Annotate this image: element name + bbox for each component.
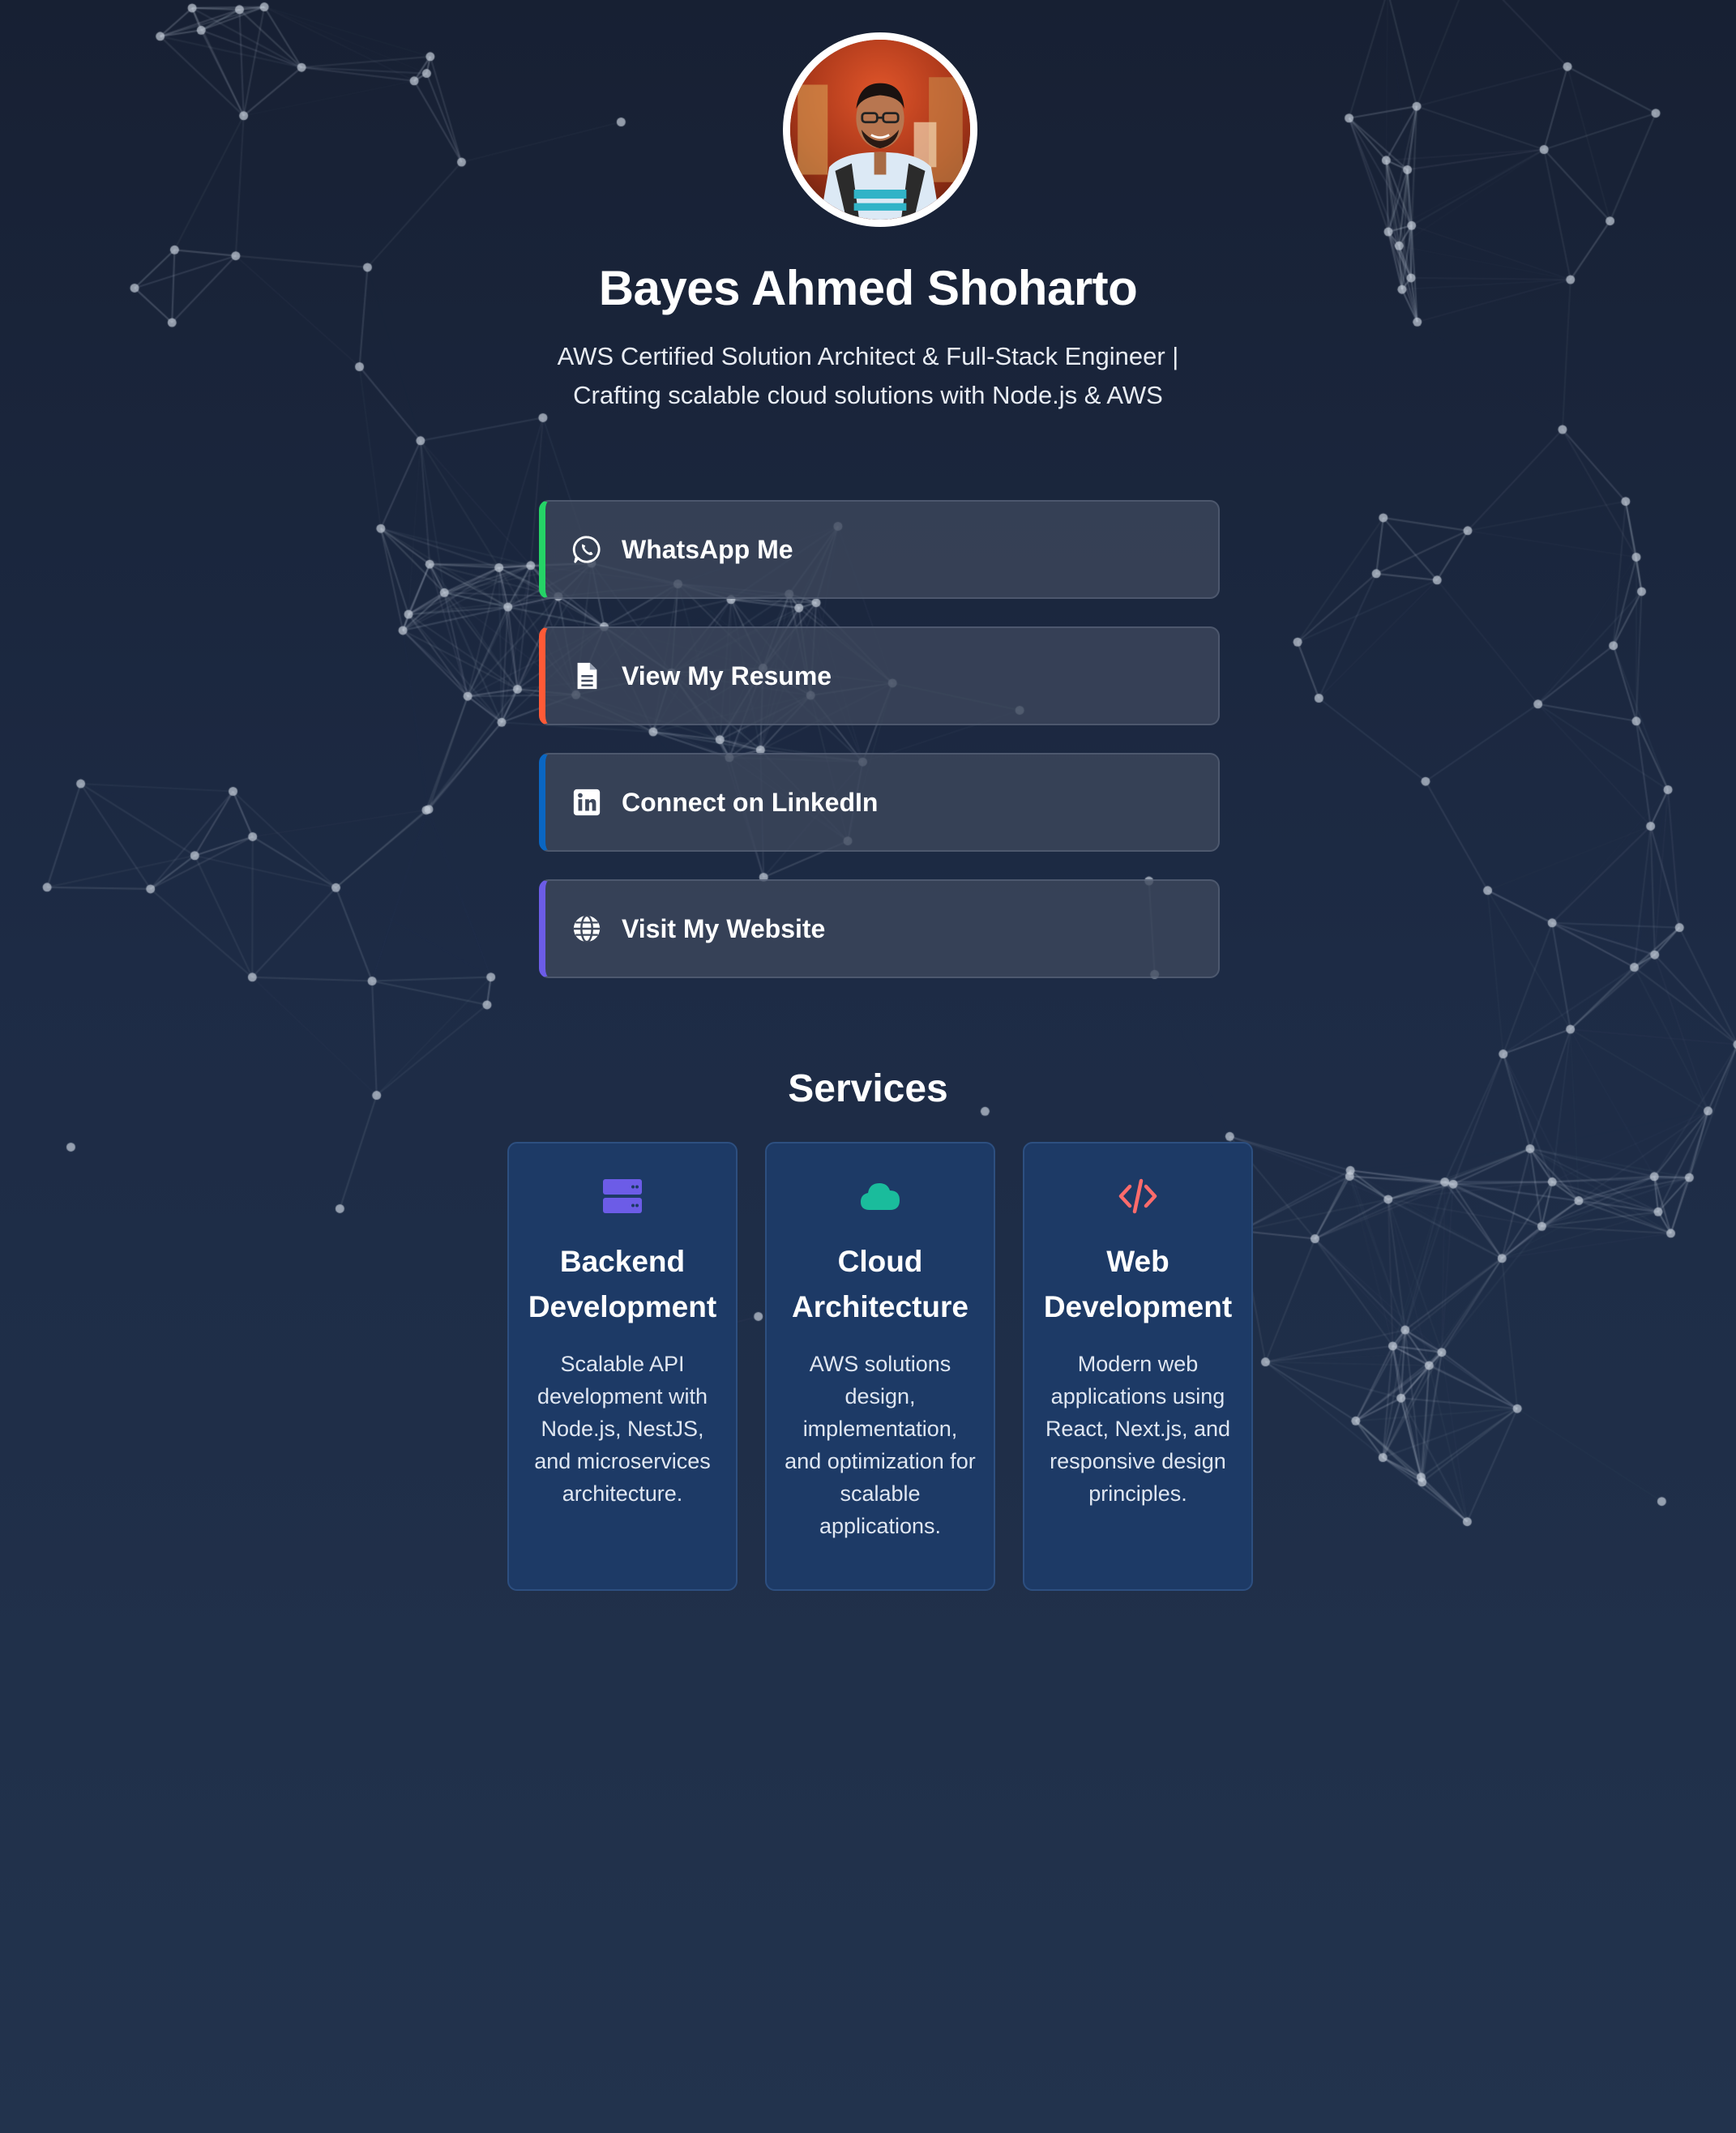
view-resume-label: View My Resume [622, 660, 832, 690]
services-heading: Services [788, 1067, 948, 1110]
view-resume-button[interactable]: View My Resume [539, 626, 1220, 725]
service-title-line-1: Web [1106, 1245, 1169, 1278]
code-icon [1118, 1178, 1157, 1214]
linkedin-label: Connect on LinkedIn [622, 787, 879, 817]
profile-name: Bayes Ahmed Shoharto [598, 261, 1138, 315]
profile-page: Bayes Ahmed Shoharto AWS Certified Solut… [0, 0, 1736, 2133]
profile-photo-icon [790, 40, 970, 220]
linkedin-button[interactable]: Connect on LinkedIn [539, 753, 1220, 852]
profile-avatar [783, 32, 977, 227]
service-card-title: Backend Development [527, 1239, 718, 1330]
service-card-title: Web Development [1042, 1239, 1234, 1330]
service-card-description: Modern web applications using React, Nex… [1045, 1352, 1231, 1506]
tagline-line-2: Crafting scalable cloud solutions with N… [573, 381, 1163, 409]
server-icon [603, 1179, 642, 1213]
visit-website-button[interactable]: Visit My Website [539, 879, 1220, 978]
cloud-icon [861, 1183, 900, 1210]
service-card-description: Scalable API development with Node.js, N… [534, 1352, 711, 1506]
service-title-line-2: Architecture [792, 1290, 968, 1323]
globe-icon [571, 913, 602, 944]
document-icon [571, 660, 602, 691]
service-title-line-1: Cloud [837, 1245, 923, 1278]
service-card-cloud: Cloud Architecture AWS solutions design,… [765, 1142, 995, 1591]
tagline-line-1: AWS Certified Solution Architect & Full-… [557, 342, 1179, 370]
service-card-backend: Backend Development Scalable API develop… [507, 1142, 738, 1591]
whatsapp-label: WhatsApp Me [622, 534, 793, 564]
service-card-description: AWS solutions design, implementation, an… [785, 1352, 976, 1538]
service-title-line-2: Development [528, 1290, 717, 1323]
whatsapp-button[interactable]: WhatsApp Me [539, 500, 1220, 599]
service-card-title: Cloud Architecture [785, 1239, 976, 1330]
linkedin-icon [571, 787, 602, 818]
service-title-line-1: Backend [559, 1245, 686, 1278]
service-title-line-2: Development [1043, 1290, 1233, 1323]
visit-website-label: Visit My Website [622, 913, 826, 943]
whatsapp-icon [571, 534, 602, 565]
service-card-web: Web Development Modern web applications … [1023, 1142, 1253, 1591]
profile-tagline: AWS Certified Solution Architect & Full-… [503, 337, 1233, 415]
